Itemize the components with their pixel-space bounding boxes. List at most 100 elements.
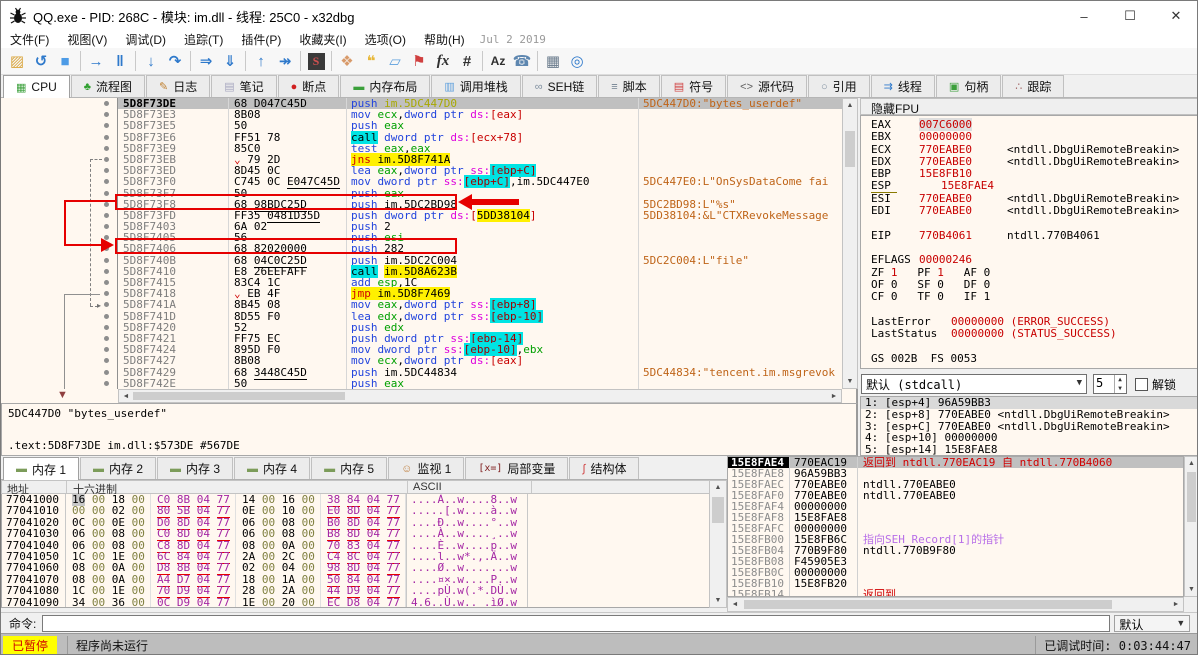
run-to-user-code-icon[interactable]: ⇒ bbox=[194, 49, 218, 73]
command-combo[interactable]: 默认 ▼ bbox=[1114, 614, 1191, 632]
hide-fpu-button[interactable]: 隐藏FPU bbox=[860, 98, 1197, 116]
step-into-icon[interactable]: ↓ bbox=[139, 49, 163, 73]
tab-脚本[interactable]: ≡ 脚本 bbox=[598, 75, 660, 97]
stack-row[interactable]: 15E8FB10 15E8FB20 bbox=[728, 578, 1183, 589]
dump-tab-内存 2[interactable]: ▬ 内存 2 bbox=[80, 457, 157, 479]
dump-tab-局部变量[interactable]: [x=] 局部变量 bbox=[465, 457, 569, 479]
step-over-icon[interactable]: ↷ bbox=[163, 49, 187, 73]
command-input[interactable] bbox=[42, 614, 1111, 632]
register-line[interactable]: EAX 007C6000 bbox=[861, 118, 1197, 131]
dump-vscrollbar[interactable]: ▲ ▼ bbox=[709, 480, 727, 608]
register-line[interactable]: CF 0 TF 0 IF 1 bbox=[861, 290, 1197, 303]
maximize-button[interactable]: ☐ bbox=[1107, 1, 1153, 31]
register-line[interactable]: EFLAGS 00000246 bbox=[861, 253, 1197, 266]
disassembly-rows[interactable]: 5D8F73DE 68 D047C45D push im.5DC447D0 5DC44… bbox=[1, 98, 842, 389]
register-line[interactable] bbox=[861, 303, 1197, 315]
bookmarks-icon[interactable]: ⚑ bbox=[407, 49, 431, 73]
disassembly-hscrollbar[interactable]: ◄ ► bbox=[118, 389, 842, 403]
tab-引用[interactable]: ○ 引用 bbox=[808, 75, 870, 97]
tab-CPU[interactable]: ▦ CPU bbox=[3, 75, 70, 98]
register-line[interactable]: GS 002B FS 0053 bbox=[861, 352, 1197, 365]
tab-符号[interactable]: ▤ 符号 bbox=[660, 75, 727, 97]
tab-线程[interactable]: ⇉ 线程 bbox=[870, 75, 935, 97]
patches-icon[interactable]: ❖ bbox=[335, 49, 359, 73]
argument-count-stepper[interactable]: 5 ▲ ▼ bbox=[1093, 374, 1127, 394]
tab-流程图[interactable]: ♣ 流程图 bbox=[70, 75, 145, 97]
comments-icon[interactable]: ❝ bbox=[359, 49, 383, 73]
tab-内存布局[interactable]: ▬ 内存布局 bbox=[340, 75, 431, 97]
menu-item-5[interactable]: 收藏夹(I) bbox=[290, 31, 355, 48]
dump-tab-内存 1[interactable]: ▬ 内存 1 bbox=[3, 457, 80, 480]
tab-断点[interactable]: ● 断点 bbox=[277, 75, 340, 97]
skip-down-icon[interactable]: ⇓ bbox=[218, 49, 242, 73]
menu-item-1[interactable]: 视图(V) bbox=[58, 31, 116, 48]
memory-globe-icon[interactable]: ◎ bbox=[565, 49, 589, 73]
stack-row[interactable]: 15E8FB14 返回到 bbox=[728, 589, 1183, 596]
dump-tab-内存 3[interactable]: ▬ 内存 3 bbox=[157, 457, 234, 479]
stack-arg-row[interactable]: 2: [esp+8] 770EABE0 <ntdll.DbgUiRemoteBr… bbox=[861, 408, 1197, 421]
stack-arguments-list[interactable]: 1: [esp+4] 96A59BB3 2: [esp+8] 770EABE0 <… bbox=[860, 396, 1197, 456]
register-line[interactable]: EDX 770EABE0 <ntdll.DbgUiRemoteBreakin> bbox=[861, 155, 1197, 168]
strings-icon[interactable]: Az bbox=[486, 49, 510, 73]
calculator-icon[interactable]: ▦ bbox=[541, 49, 565, 73]
tab-icon: ✎ bbox=[158, 81, 169, 93]
functions-icon[interactable]: fx bbox=[431, 49, 455, 73]
labels-icon[interactable]: ▱ bbox=[383, 49, 407, 73]
tab-icon: ⇉ bbox=[883, 81, 893, 93]
tab-日志[interactable]: ✎ 日志 bbox=[145, 75, 211, 97]
register-line[interactable]: EBX 00000000 bbox=[861, 130, 1197, 143]
minimize-button[interactable]: – bbox=[1061, 1, 1107, 31]
disasm-row[interactable]: 5D8F7429 68 3448C45D push im.5DC44834 5DC44… bbox=[1, 365, 842, 380]
disasm-row[interactable]: 5D8F73F0 C745 0C E047C45D mov dword ptr ss… bbox=[1, 175, 842, 190]
tab-笔记[interactable]: ▤ 笔记 bbox=[211, 75, 277, 97]
hex-dump-rows[interactable]: 77041000 16 00 18 00 C0 8B 04 77 14 00 16… bbox=[1, 494, 709, 608]
register-line[interactable]: EIP 770B4061 ntdll.770B4061 bbox=[861, 229, 1197, 242]
bug-icon bbox=[10, 7, 26, 24]
register-line[interactable] bbox=[861, 242, 1197, 254]
dump-tab-结构体[interactable]: ∫ 结构体 bbox=[569, 457, 640, 479]
open-file-icon[interactable]: ▨ bbox=[5, 49, 29, 73]
stack-vscrollbar[interactable]: ▲ ▼ bbox=[1184, 456, 1197, 597]
register-line[interactable]: EDI 770EABE0 <ntdll.DbgUiRemoteBreakin> bbox=[861, 204, 1197, 217]
register-line[interactable]: EBP 15E8FB10 bbox=[861, 167, 1197, 180]
tab-跟踪[interactable]: ∴ 跟踪 bbox=[1002, 75, 1065, 97]
tab-源代码[interactable]: <> 源代码 bbox=[727, 75, 808, 97]
run-icon[interactable]: → bbox=[84, 49, 108, 73]
hash-icon[interactable]: # bbox=[455, 49, 479, 73]
attach-thread-icon[interactable]: ↠ bbox=[273, 49, 297, 73]
tab-调用堆栈[interactable]: ▥ 调用堆栈 bbox=[431, 75, 521, 97]
menu-item-7[interactable]: 帮助(H) bbox=[415, 31, 474, 48]
tab-句柄[interactable]: ▣ 句柄 bbox=[935, 75, 1002, 97]
stack-panel[interactable]: 15E8FAE4 770EAC19 返回到 ntdll.770EAC19 自 ntd… bbox=[727, 456, 1184, 597]
menu-item-2[interactable]: 调试(D) bbox=[116, 31, 175, 48]
scylla-icon[interactable]: S bbox=[304, 49, 328, 73]
menu-item-6[interactable]: 选项(O) bbox=[356, 31, 415, 48]
disasm-row[interactable]: 5D8F742E 50 push eax bbox=[1, 377, 842, 389]
pause-icon[interactable]: ‖ bbox=[108, 49, 132, 73]
menu-item-0[interactable]: 文件(F) bbox=[1, 31, 58, 48]
dump-tab-内存 5[interactable]: ▬ 内存 5 bbox=[311, 457, 388, 479]
register-line[interactable]: LastStatus 00000000 (STATUS_SUCCESS) bbox=[861, 327, 1197, 340]
tab-icon: ● bbox=[290, 80, 298, 93]
menu-item-4[interactable]: 插件(P) bbox=[232, 31, 290, 48]
register-line[interactable] bbox=[861, 217, 1197, 229]
register-line[interactable] bbox=[861, 340, 1197, 352]
restart-icon[interactable]: ↺ bbox=[29, 49, 53, 73]
execute-till-return-icon[interactable]: ↑ bbox=[249, 49, 273, 73]
unlock-checkbox[interactable]: 解锁 bbox=[1135, 376, 1176, 393]
menu-item-3[interactable]: 追踪(T) bbox=[175, 31, 232, 48]
dump-tab-监视 1[interactable]: ☺ 监视 1 bbox=[388, 457, 465, 479]
registers-list[interactable]: EAX 007C6000 EBX 00000000 ECX 770EABE0 <ntdll.… bbox=[860, 115, 1197, 369]
close-button[interactable]: ✕ bbox=[1153, 1, 1197, 31]
tab-SEH链[interactable]: ∞ SEH链 bbox=[521, 75, 598, 97]
dump-tab-内存 4[interactable]: ▬ 内存 4 bbox=[234, 457, 311, 479]
dump-row[interactable]: 77041090 34 00 36 00 0C D9 04 77 1E 00 20… bbox=[2, 595, 709, 607]
disassembly-vscrollbar[interactable]: ▲ ▼ bbox=[842, 98, 858, 389]
register-line[interactable]: ESP 15E8FAE4 bbox=[861, 180, 1197, 193]
call-dll-icon[interactable]: ☎ bbox=[510, 49, 534, 73]
close-debuggee-icon[interactable]: ■ bbox=[53, 49, 77, 73]
stack-arg-row[interactable]: 5: [esp+14] 15E8FAE8 bbox=[861, 444, 1197, 455]
stack-hscrollbar[interactable]: ◄ ► bbox=[727, 597, 1184, 612]
calling-convention-select[interactable]: 默认 (stdcall) ▼ bbox=[861, 374, 1087, 394]
register-line[interactable]: ZF 1 PF 1 AF 0 bbox=[861, 266, 1197, 279]
